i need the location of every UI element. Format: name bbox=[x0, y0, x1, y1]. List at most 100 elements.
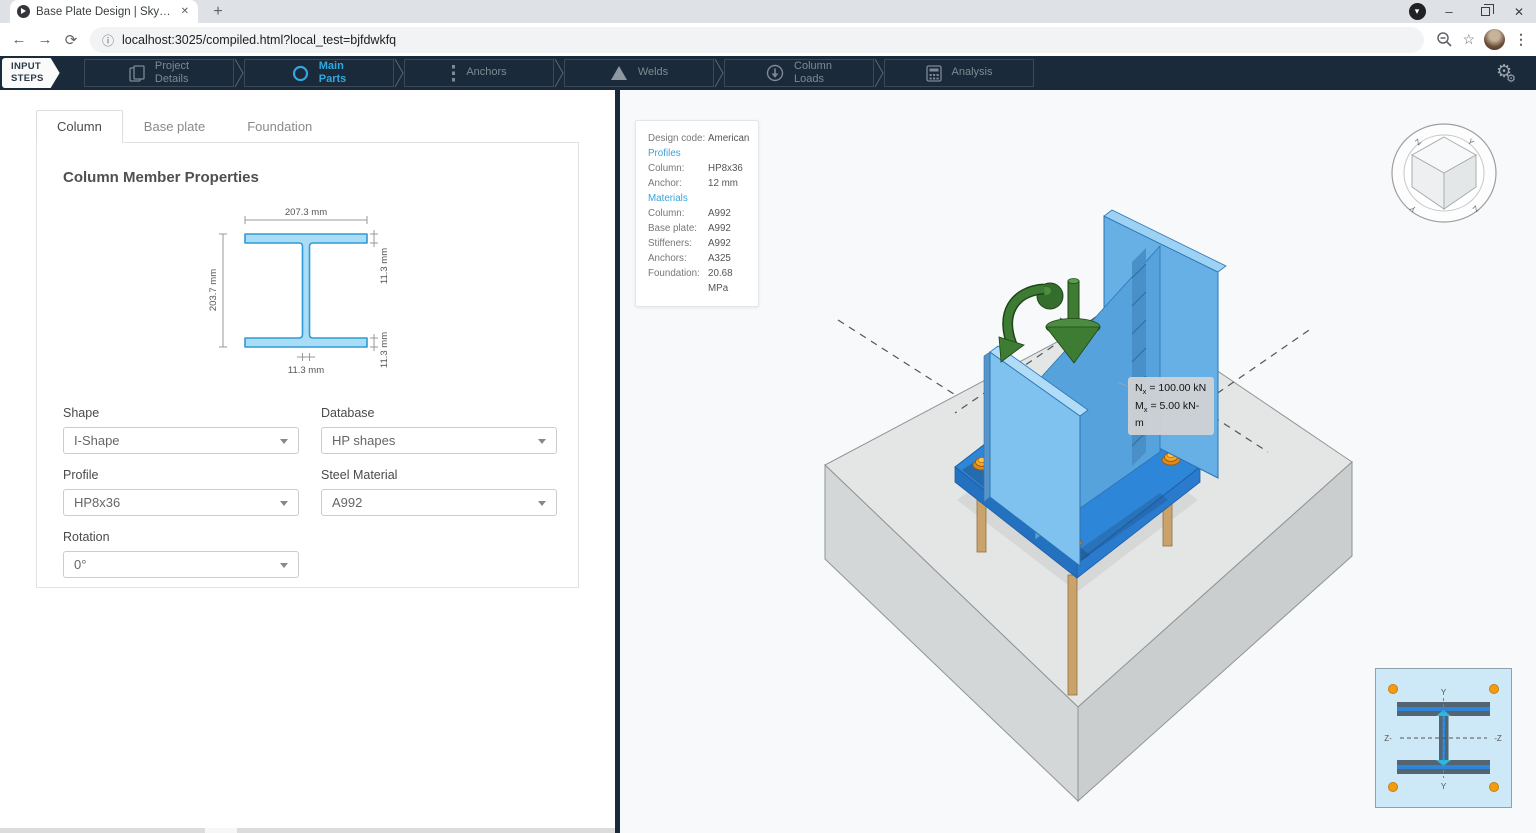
summary-row: Foundation: 20.68 MPa bbox=[648, 268, 733, 294]
column-loads-icon bbox=[766, 64, 784, 82]
summary-row: Base plate: A992 bbox=[648, 223, 731, 234]
gear-icon: ⚙ bbox=[1506, 73, 1516, 85]
rotation-select[interactable]: 0° bbox=[63, 551, 299, 578]
summary-section-materials: Materials bbox=[648, 193, 688, 204]
step-separator bbox=[714, 59, 724, 87]
steel-material-value: A992 bbox=[332, 495, 363, 510]
rotation-label: Rotation bbox=[63, 530, 110, 544]
axis-label-y-bottom: Y bbox=[1441, 782, 1447, 791]
anchor-dot bbox=[1489, 684, 1499, 694]
profile-select[interactable]: HP8x36 bbox=[63, 489, 299, 516]
dim-flange-thickness-top: 11.3 mm bbox=[379, 248, 390, 284]
project-details-icon bbox=[129, 64, 145, 82]
tab-base-plate[interactable]: Base plate bbox=[123, 110, 226, 143]
dim-depth: 203.7 mm bbox=[208, 269, 219, 311]
chevron-down-icon: ▾ bbox=[1408, 3, 1426, 20]
minimize-button[interactable]: – bbox=[1432, 0, 1466, 23]
database-select[interactable]: HP shapes bbox=[321, 427, 557, 454]
anchor-dot bbox=[1489, 782, 1499, 792]
restore-icon bbox=[1480, 4, 1494, 16]
step-column-loads[interactable]: Column Loads bbox=[724, 59, 874, 87]
step-navbar: INPUT STEPS Project Details Main Parts Anc… bbox=[0, 56, 1536, 90]
step-label: Welds bbox=[637, 66, 669, 79]
anchor-dot bbox=[1388, 684, 1398, 694]
skyciv-favicon bbox=[17, 5, 30, 18]
address-bar[interactable]: ⓘ localhost:3025/compiled.html?local_tes… bbox=[90, 27, 1424, 53]
step-welds[interactable]: Welds bbox=[564, 59, 714, 87]
step-label: Column bbox=[794, 59, 832, 72]
dim-flange-width: 207.3 mm bbox=[284, 207, 326, 218]
input-steps-chip: INPUT STEPS bbox=[2, 58, 60, 88]
step-separator bbox=[394, 59, 404, 87]
browser-tabstrip: Base Plate Design | SkyCiv ✕ + ▾ – ✕ bbox=[0, 0, 1536, 23]
step-label: Project bbox=[154, 59, 190, 72]
tab-title: Base Plate Design | SkyCiv bbox=[36, 5, 173, 18]
summary-section-profiles: Profiles bbox=[648, 148, 681, 159]
summary-row: Column: A992 bbox=[648, 208, 731, 219]
new-tab-button[interactable]: + bbox=[206, 1, 230, 23]
profile-avatar[interactable] bbox=[1484, 29, 1505, 50]
step-label: Anchors bbox=[466, 66, 507, 79]
chip-line1: INPUT bbox=[11, 61, 41, 73]
column-tab-card: Column Member Properties 207.3 mm 203.7 … bbox=[36, 142, 579, 588]
shape-select[interactable]: I-Shape bbox=[63, 427, 299, 454]
summary-row: Anchor: 12 mm bbox=[648, 178, 738, 189]
anchor-dot bbox=[1388, 782, 1398, 792]
profile-value: HP8x36 bbox=[74, 495, 121, 510]
step-analysis[interactable]: Analysis bbox=[884, 59, 1034, 87]
settings-button[interactable]: ⚙⚙ bbox=[1496, 61, 1522, 85]
welds-icon bbox=[610, 66, 627, 80]
browser-tab[interactable]: Base Plate Design | SkyCiv ✕ bbox=[10, 0, 198, 23]
forward-button[interactable]: → bbox=[32, 31, 58, 48]
analysis-icon bbox=[925, 64, 942, 82]
back-button[interactable]: ← bbox=[6, 31, 32, 48]
axis-label-y-top: Y bbox=[1441, 688, 1447, 697]
panel-tabs: Column Base plate Foundation bbox=[36, 110, 579, 143]
browser-menu-icon[interactable]: ⋮ bbox=[1514, 31, 1528, 48]
horizontal-scrollbar[interactable] bbox=[0, 828, 615, 833]
restore-button[interactable] bbox=[1468, 0, 1502, 23]
step-separator bbox=[234, 59, 244, 87]
browser-update-badge[interactable]: ▾ bbox=[1408, 0, 1426, 23]
tab-foundation[interactable]: Foundation bbox=[226, 110, 333, 143]
view-compass[interactable]: Z Y Y Z bbox=[1390, 123, 1498, 223]
step-main-parts[interactable]: Main Parts bbox=[244, 59, 394, 87]
step-label: Loads bbox=[794, 73, 825, 85]
axis-label-z-left: Z- bbox=[1384, 734, 1392, 743]
main-parts-icon bbox=[292, 65, 308, 81]
bookmark-star-icon[interactable]: ☆ bbox=[1462, 31, 1475, 48]
zoom-out-icon[interactable] bbox=[1436, 31, 1453, 48]
reload-button[interactable]: ⟳ bbox=[58, 31, 84, 49]
browser-toolbar: ← → ⟳ ⓘ localhost:3025/compiled.html?loc… bbox=[0, 23, 1536, 56]
column-form: Shape I-Shape Database HP shapes Profile… bbox=[63, 392, 557, 578]
tab-close-icon[interactable]: ✕ bbox=[179, 6, 191, 17]
rotation-value: 0° bbox=[74, 557, 87, 572]
section-heading: Column Member Properties bbox=[63, 169, 259, 186]
url-text: localhost:3025/compiled.html?local_test=… bbox=[122, 33, 397, 47]
anchors-icon bbox=[452, 64, 456, 81]
axis-dashed-line bbox=[837, 319, 958, 397]
step-label: Details bbox=[154, 73, 189, 85]
model-summary-card: Design code: American Profiles Column: HP8… bbox=[635, 120, 759, 307]
browser-window: Base Plate Design | SkyCiv ✕ + ▾ – ✕ ← →… bbox=[0, 0, 1536, 833]
step-anchors[interactable]: Anchors bbox=[404, 59, 554, 87]
chip-line2: STEPS bbox=[11, 73, 44, 84]
database-label: Database bbox=[321, 406, 375, 420]
properties-panel: Column Base plate Foundation Column Memb… bbox=[0, 90, 615, 833]
3d-view-panel: Design code: American Profiles Column: HP8… bbox=[620, 90, 1536, 833]
tab-column[interactable]: Column bbox=[36, 110, 123, 143]
step-label: Main bbox=[318, 59, 344, 72]
steel-material-select[interactable]: A992 bbox=[321, 489, 557, 516]
close-button[interactable]: ✕ bbox=[1502, 0, 1536, 23]
dim-flange-thickness-bottom: 11.3 mm bbox=[379, 332, 390, 368]
step-label: Parts bbox=[318, 73, 347, 85]
plan-view-inset: Y Y Z- -Z bbox=[1375, 668, 1512, 808]
page-info-icon[interactable]: ⓘ bbox=[102, 32, 114, 49]
summary-row: Column: HP8x36 bbox=[648, 163, 743, 174]
moment-load-text: Mx = 5.00 kN-m bbox=[1135, 399, 1200, 430]
step-separator bbox=[554, 59, 564, 87]
steel-material-label: Steel Material bbox=[321, 468, 398, 482]
step-project-details[interactable]: Project Details bbox=[84, 59, 234, 87]
load-annotation: Nx = 100.00 kN Mx = 5.00 kN-m bbox=[1128, 377, 1214, 435]
step-separator bbox=[874, 59, 884, 87]
